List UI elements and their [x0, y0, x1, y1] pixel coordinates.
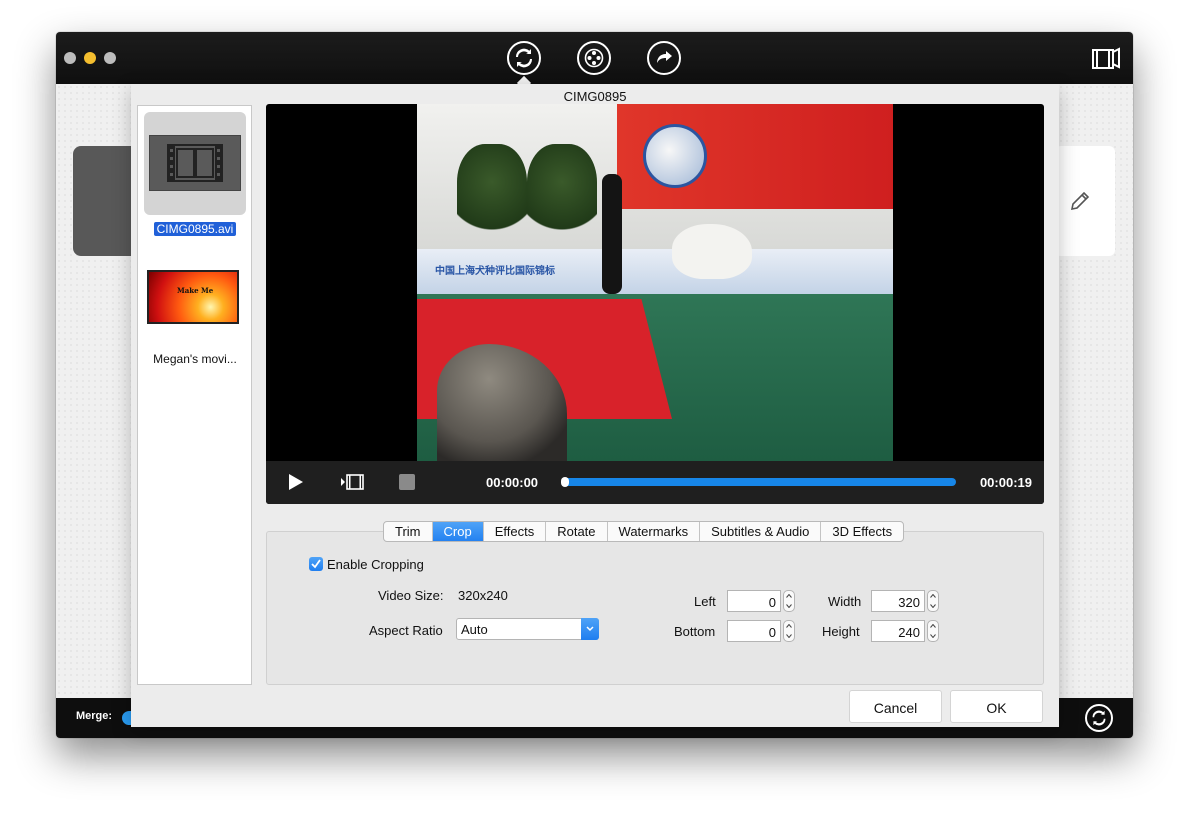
file-name: CIMG0895.avi — [144, 222, 246, 236]
file-item-megans-movie[interactable]: Make Me Megan's movi... — [144, 268, 246, 366]
player-controls: 00:00:00 00:00:19 — [266, 461, 1044, 504]
bottom-label: Bottom — [674, 624, 716, 639]
titlebar — [56, 32, 1133, 91]
left-input[interactable]: 0 — [727, 590, 781, 612]
movie-thumbnail: Make Me — [147, 270, 239, 324]
tab-effects[interactable]: Effects — [484, 522, 547, 541]
video-dog — [672, 224, 752, 279]
width-stepper[interactable] — [927, 590, 939, 612]
chevron-down-icon — [930, 634, 936, 638]
clip-film-icon[interactable] — [340, 473, 364, 491]
end-time: 00:00:19 — [979, 475, 1032, 490]
dialog-title: CIMG0895 — [563, 89, 627, 104]
video-board-text: 中国上海犬种评比国际锦标 — [435, 266, 555, 277]
share-tab-button[interactable] — [647, 41, 681, 75]
height-stepper[interactable] — [927, 620, 939, 642]
current-time: 00:00:00 — [486, 475, 539, 490]
convert-icon — [1092, 710, 1106, 726]
chevron-down-icon — [786, 604, 792, 608]
edit-tabs: Trim Crop Effects Rotate Watermarks Subt… — [383, 521, 905, 542]
enable-cropping-label: Enable Cropping — [327, 557, 424, 572]
file-item-cimg0895[interactable]: CIMG0895.avi — [144, 112, 246, 236]
tab-subtitles-audio[interactable]: Subtitles & Audio — [700, 522, 822, 541]
share-icon — [657, 51, 672, 63]
progress-bar[interactable] — [561, 477, 956, 487]
minimize-window-button[interactable] — [84, 52, 96, 64]
aspect-ratio-label: Aspect Ratio — [369, 623, 443, 638]
file-list: CIMG0895.avi Make Me Megan's movi... — [137, 105, 252, 685]
video-size-value: 320x240 — [458, 588, 508, 603]
convert-tab-button[interactable] — [507, 41, 541, 75]
width-label: Width — [828, 594, 862, 609]
edit-dialog: CIMG0895 CIMG0895.avi Make Me Megan's mo… — [131, 84, 1059, 727]
tab-3d-effects[interactable]: 3D Effects — [821, 522, 903, 541]
tab-crop[interactable]: Crop — [432, 522, 484, 541]
video-globe — [643, 124, 707, 188]
video-size-label: Video Size: — [378, 588, 444, 603]
left-stepper[interactable] — [783, 590, 795, 612]
video-person — [602, 174, 622, 294]
close-window-button[interactable] — [64, 52, 76, 64]
bottom-stepper[interactable] — [783, 620, 795, 642]
thumbnail-text: Make Me — [177, 286, 214, 295]
left-label: Left — [694, 594, 716, 609]
stop-button[interactable] — [399, 474, 415, 490]
file-name: Megan's movi... — [153, 352, 237, 366]
chevron-down-icon — [930, 604, 936, 608]
width-input[interactable]: 320 — [871, 590, 925, 612]
chevron-up-icon — [786, 594, 792, 598]
zoom-window-button[interactable] — [104, 52, 116, 64]
height-label: Height — [822, 624, 860, 639]
chevron-down-icon — [581, 618, 599, 640]
merge-label: Merge: — [76, 710, 113, 722]
film-reel-icon — [584, 48, 604, 68]
chevron-up-icon — [930, 624, 936, 628]
height-input[interactable]: 240 — [871, 620, 925, 642]
aspect-ratio-select[interactable]: Auto — [456, 618, 599, 640]
enable-cropping-checkbox[interactable] — [309, 557, 323, 571]
dvd-tab-button[interactable] — [577, 41, 611, 75]
media-browser-icon[interactable] — [1091, 46, 1121, 72]
checkmark-icon — [311, 559, 321, 569]
convert-button[interactable] — [1085, 704, 1113, 732]
convert-icon — [515, 48, 533, 68]
cancel-button[interactable]: Cancel — [849, 690, 942, 723]
video-plant — [457, 144, 527, 239]
chevron-up-icon — [786, 624, 792, 628]
tab-watermarks[interactable]: Watermarks — [608, 522, 701, 541]
aspect-ratio-value: Auto — [461, 622, 488, 637]
video-player: 中国上海犬种评比国际锦标 00:00:00 00:00:19 — [266, 104, 1044, 504]
film-strip-icon — [149, 135, 241, 191]
progress-knob[interactable] — [561, 477, 569, 487]
video-frame: 中国上海犬种评比国际锦标 — [417, 104, 893, 461]
pencil-icon[interactable] — [1069, 190, 1091, 212]
video-plant — [527, 144, 597, 239]
chevron-down-icon — [786, 634, 792, 638]
tab-trim[interactable]: Trim — [384, 522, 433, 541]
tab-rotate[interactable]: Rotate — [546, 522, 608, 541]
play-icon[interactable] — [288, 473, 304, 491]
bottom-input[interactable]: 0 — [727, 620, 781, 642]
chevron-up-icon — [930, 594, 936, 598]
ok-button[interactable]: OK — [950, 690, 1043, 723]
